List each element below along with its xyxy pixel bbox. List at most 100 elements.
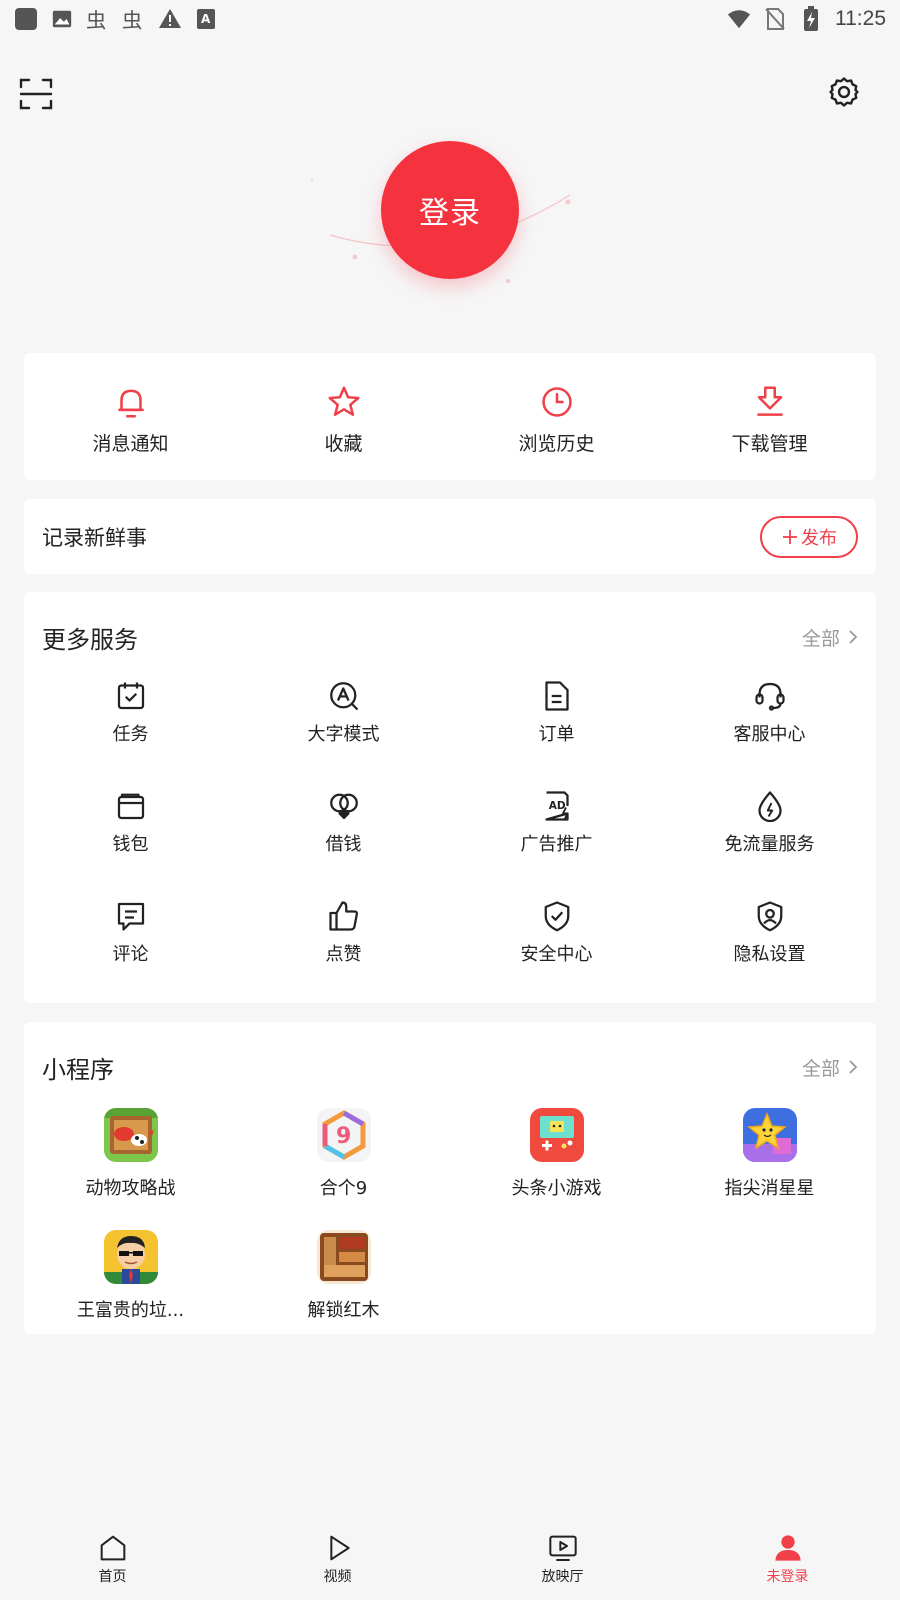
status-bar: 虫 虫 A 11:25 <box>0 0 900 38</box>
nav-item-home[interactable]: 首页 <box>0 1528 225 1600</box>
bell-icon <box>117 389 144 418</box>
nav-item-video[interactable]: 视频 <box>225 1528 450 1600</box>
nav-item-theater[interactable]: 放映厅 <box>450 1528 675 1600</box>
bug-icon: 虫 <box>122 7 146 31</box>
home-icon <box>100 1535 125 1561</box>
thumbs-up-icon <box>328 901 358 931</box>
mini-program-wang-fugui[interactable]: 王富贵的垃... <box>24 1224 237 1346</box>
nav-label: 未登录 <box>766 1569 809 1585</box>
game-console-icon <box>529 1108 584 1162</box>
play-icon <box>329 1535 350 1561</box>
quick-item-notifications[interactable]: 消息通知 <box>24 353 237 480</box>
mini-programs-grid: 动物攻略战 9 合个9 头条小游戏 指尖消星星 王富贵的垃... 解锁红木 <box>24 1102 876 1346</box>
svg-text:虫: 虫 <box>122 8 142 31</box>
nav-label: 放映厅 <box>541 1569 584 1585</box>
chevron-right-icon <box>849 630 858 644</box>
quick-item-history[interactable]: 浏览历史 <box>450 353 663 480</box>
services-all-link[interactable]: 全部 <box>802 624 858 651</box>
mini-program-label: 头条小游戏 <box>511 1178 602 1199</box>
loan-icon <box>329 793 358 820</box>
service-label: 大字模式 <box>307 724 380 745</box>
service-label: 免流量服务 <box>724 834 815 855</box>
svg-text:虫: 虫 <box>86 8 106 31</box>
service-item-customer-service[interactable]: 客服中心 <box>663 672 876 782</box>
star-icon <box>327 386 360 416</box>
plus-icon <box>783 529 797 544</box>
svg-text:9: 9 <box>336 1124 351 1149</box>
mini-program-star-game[interactable]: 指尖消星星 <box>663 1102 876 1224</box>
image-icon <box>50 7 74 31</box>
service-label: 点赞 <box>325 944 362 965</box>
scan-icon <box>19 78 53 110</box>
status-time: 11:25 <box>835 7 886 30</box>
mini-program-label: 指尖消星星 <box>724 1178 815 1199</box>
settings-button[interactable] <box>824 72 864 112</box>
bug-icon: 虫 <box>86 7 110 31</box>
headset-icon <box>754 682 785 711</box>
mini-programs-all-link[interactable]: 全部 <box>802 1054 858 1081</box>
service-item-loan[interactable]: 借钱 <box>237 782 450 892</box>
service-item-likes[interactable]: 点赞 <box>237 892 450 1002</box>
svg-text:AD: AD <box>548 800 565 812</box>
service-label: 客服中心 <box>733 724 806 745</box>
services-header: 更多服务 全部 <box>24 592 876 672</box>
hexagon-nine-icon: 9 <box>316 1108 371 1162</box>
service-label: 任务 <box>112 724 149 745</box>
service-label: 安全中心 <box>520 944 593 965</box>
mini-program-label: 动物攻略战 <box>85 1178 176 1199</box>
service-item-privacy[interactable]: 隐私设置 <box>663 892 876 1002</box>
tv-play-icon <box>548 1535 577 1561</box>
bottom-nav: 首页 视频 放映厅 未登录 <box>0 1528 900 1600</box>
mini-program-unlock-wood[interactable]: 解锁红木 <box>237 1224 450 1346</box>
order-document-icon <box>544 681 569 711</box>
service-label: 借钱 <box>325 834 362 855</box>
service-item-data-free[interactable]: 免流量服务 <box>663 782 876 892</box>
post-title: 记录新鲜事 <box>42 525 147 550</box>
service-item-security[interactable]: 安全中心 <box>450 892 663 1002</box>
service-item-wallet[interactable]: 钱包 <box>24 782 237 892</box>
nav-label: 视频 <box>323 1569 352 1585</box>
service-item-ads[interactable]: AD 广告推广 <box>450 782 663 892</box>
large-font-icon <box>329 682 358 711</box>
post-card: 记录新鲜事 发布 <box>24 499 876 574</box>
mini-program-animal-game[interactable]: 动物攻略战 <box>24 1102 237 1224</box>
nav-item-account[interactable]: 未登录 <box>675 1528 900 1600</box>
scan-button[interactable] <box>16 74 56 114</box>
service-item-orders[interactable]: 订单 <box>450 672 663 782</box>
service-label: 订单 <box>538 724 575 745</box>
task-calendar-icon <box>117 682 144 710</box>
service-item-comments[interactable]: 评论 <box>24 892 237 1002</box>
quick-actions-card: 消息通知 收藏 浏览历史 下载管理 <box>24 353 876 480</box>
chevron-right-icon <box>849 1060 858 1074</box>
quick-item-favorites[interactable]: 收藏 <box>237 353 450 480</box>
font-icon: A <box>194 7 218 31</box>
comment-icon <box>117 902 144 931</box>
publish-label: 发布 <box>801 527 837 549</box>
no-sim-icon <box>763 7 787 31</box>
service-item-task[interactable]: 任务 <box>24 672 237 782</box>
mini-program-label: 王富贵的垃... <box>76 1300 185 1321</box>
service-label: 钱包 <box>112 834 149 855</box>
login-label: 登录 <box>419 196 481 231</box>
status-bar-right: 11:25 <box>727 6 886 31</box>
more-services-card: 更多服务 全部 任务 大字模式 订单 客服中心 钱包 借钱 AD 广告推广 免流… <box>24 592 876 1003</box>
mini-programs-title: 小程序 <box>42 1055 114 1084</box>
quick-item-label: 消息通知 <box>92 433 169 455</box>
publish-button[interactable]: 发布 <box>760 515 858 558</box>
mini-program-hexagon-nine[interactable]: 9 合个9 <box>237 1102 450 1224</box>
battery-charging-icon <box>799 6 823 31</box>
quick-item-downloads[interactable]: 下载管理 <box>663 353 876 480</box>
download-icon <box>756 386 783 416</box>
all-link-label: 全部 <box>801 627 840 650</box>
user-icon <box>774 1535 801 1561</box>
service-item-large-font[interactable]: 大字模式 <box>237 672 450 782</box>
login-button[interactable]: 登录 <box>381 141 519 279</box>
services-grid: 任务 大字模式 订单 客服中心 钱包 借钱 AD 广告推广 免流量服务 评论 点… <box>24 672 876 1002</box>
svg-text:A: A <box>201 12 211 26</box>
privacy-user-icon <box>757 901 782 932</box>
shield-check-icon <box>544 901 569 932</box>
star-game-icon <box>742 1108 797 1162</box>
mini-program-toutiao-games[interactable]: 头条小游戏 <box>450 1102 663 1224</box>
service-label: 隐私设置 <box>733 944 806 965</box>
mini-program-label: 解锁红木 <box>307 1300 380 1321</box>
